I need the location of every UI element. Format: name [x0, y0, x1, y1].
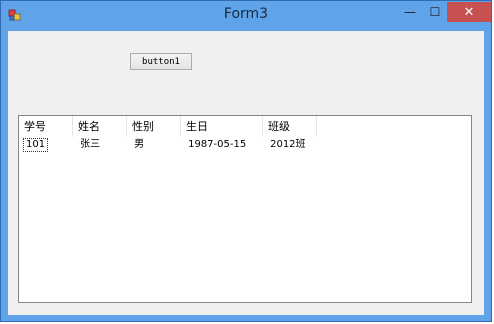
cell-birthday: 1987-05-15: [188, 139, 247, 150]
list-view-header: 学号 姓名 性别 生日 班级: [19, 116, 317, 137]
button1[interactable]: button1: [130, 53, 192, 70]
close-icon: ✕: [463, 4, 475, 20]
form-client-area: button1 学号 姓名 性别 生日 班级 101 张三 男 1987-05-…: [8, 31, 484, 315]
cell-gender: 男: [134, 139, 145, 150]
cell-student-id: 101: [23, 138, 49, 152]
close-button[interactable]: ✕: [447, 2, 491, 22]
maximize-icon: ☐: [429, 5, 441, 19]
list-view[interactable]: 学号 姓名 性别 生日 班级 101 张三 男 1987-05-15 2012班: [18, 115, 472, 303]
maximize-button[interactable]: ☐: [423, 2, 447, 22]
column-header-gender[interactable]: 性别: [127, 116, 181, 137]
minimize-button[interactable]: —: [397, 2, 423, 22]
cell-name: 张三: [80, 139, 101, 150]
column-header-birthday[interactable]: 生日: [181, 116, 263, 137]
minimize-icon: —: [404, 5, 416, 19]
column-header-student-id[interactable]: 学号: [19, 116, 73, 137]
cell-class: 2012班: [270, 139, 306, 150]
column-header-class[interactable]: 班级: [263, 116, 317, 137]
column-header-name[interactable]: 姓名: [73, 116, 127, 137]
list-row[interactable]: 101 张三 男 1987-05-15 2012班: [19, 138, 319, 154]
title-bar[interactable]: Form3 — ☐ ✕: [1, 1, 491, 31]
app-window: Form3 — ☐ ✕ button1 学号 姓名 性别 生日 班级 101 张…: [0, 0, 492, 322]
